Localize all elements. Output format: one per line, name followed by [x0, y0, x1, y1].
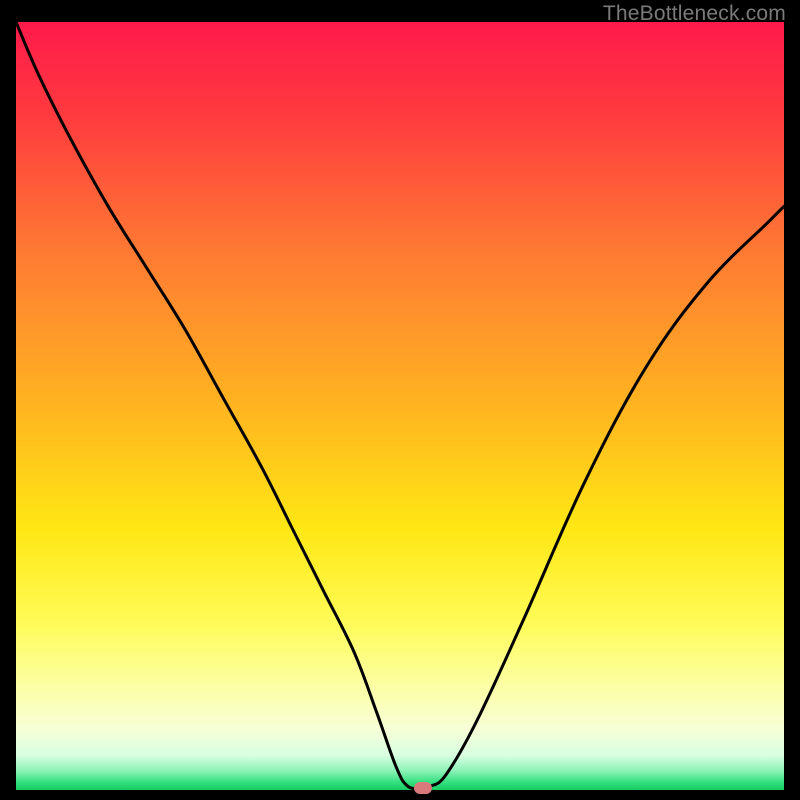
chart-frame — [16, 22, 784, 790]
optimal-point-marker — [414, 782, 432, 794]
bottleneck-chart — [16, 22, 784, 790]
gradient-background — [16, 22, 784, 790]
